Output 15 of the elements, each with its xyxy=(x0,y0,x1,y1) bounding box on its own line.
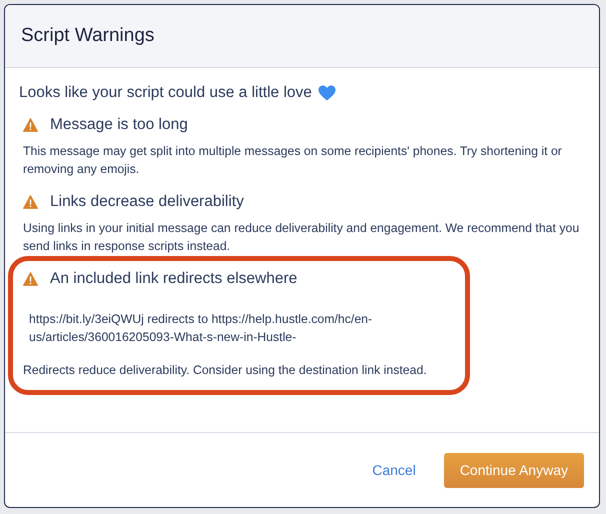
warning-icon xyxy=(23,272,38,286)
redirect-detail: https://bit.ly/3eiQWUj redirects to https://help.hustle.com/hc/en-us/articles/360016205093-What-s-new-in-Hustle- xyxy=(29,310,374,346)
warning-description: Redirects reduce deliverability. Consider using the destination link instead. xyxy=(23,362,428,379)
heart-icon xyxy=(318,85,336,101)
cancel-button[interactable]: Cancel xyxy=(366,456,422,484)
dialog-title: Script Warnings xyxy=(21,25,154,47)
warning-icon xyxy=(23,118,38,132)
warning-title: Links decrease deliverability xyxy=(50,192,244,211)
warning-title: An included link redirects elsewhere xyxy=(50,270,298,288)
warning-icon xyxy=(23,194,38,209)
intro-text: Looks like your script could use a little love xyxy=(19,84,312,102)
continue-button[interactable]: Continue Anyway xyxy=(444,452,584,488)
warning-description: Using links in your initial message can reduce deliverability and engagement. We recommend that you send links in response scripts instead. xyxy=(23,220,580,256)
warning-title: Message is too long xyxy=(50,116,188,134)
warning-description: This message may get split into multiple messages on some recipients' phones. Try shortening it or removing any emojis. xyxy=(23,143,563,178)
